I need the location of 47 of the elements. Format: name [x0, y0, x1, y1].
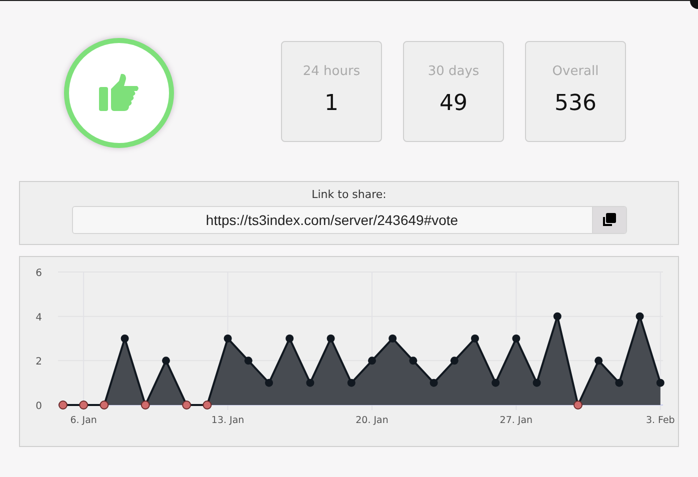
y-tick-label: 6 [36, 268, 42, 279]
data-point [388, 334, 397, 342]
data-point [594, 356, 603, 365]
data-point [58, 400, 68, 410]
x-tick-label: 13. Jan [211, 415, 244, 426]
data-point [100, 400, 109, 410]
x-tick-label: 27. Jan [500, 415, 533, 426]
data-point [450, 356, 458, 365]
x-tick-label: 20. Jan [356, 415, 388, 426]
data-point [265, 378, 273, 387]
data-point [347, 378, 356, 387]
stat-value: 536 [554, 90, 596, 116]
data-point [224, 334, 232, 342]
x-tick-label: 3. Feb [646, 415, 675, 426]
data-point [636, 312, 644, 320]
data-point [202, 400, 212, 410]
data-point [120, 334, 129, 342]
stat-value: 1 [324, 90, 338, 116]
data-point [182, 400, 192, 410]
share-label: Link to share: [312, 188, 386, 201]
data-point [140, 400, 150, 410]
stat-value: 49 [440, 90, 468, 116]
data-point [492, 378, 500, 387]
data-point [553, 312, 562, 320]
y-tick-label: 0 [36, 401, 42, 412]
thumbs-up-icon [97, 73, 141, 113]
data-point [368, 356, 376, 365]
stat-label: 30 days [428, 64, 480, 78]
data-point [244, 356, 252, 365]
data-point [286, 334, 294, 342]
data-point [430, 378, 438, 387]
data-point [574, 400, 582, 410]
x-tick-label: 6. Jan [70, 415, 97, 426]
data-point [162, 356, 170, 365]
stat-label: 24 hours [302, 64, 360, 78]
data-point [306, 378, 314, 387]
data-point [615, 378, 624, 387]
data-point [532, 378, 541, 387]
data-point [471, 334, 479, 342]
data-point [656, 378, 664, 387]
data-point [326, 334, 335, 342]
y-tick-label: 2 [36, 356, 42, 368]
data-point [79, 400, 88, 410]
stat-label: Overall [552, 64, 599, 78]
data-point [512, 334, 520, 342]
y-tick-label: 4 [36, 312, 42, 324]
data-point [409, 356, 418, 365]
